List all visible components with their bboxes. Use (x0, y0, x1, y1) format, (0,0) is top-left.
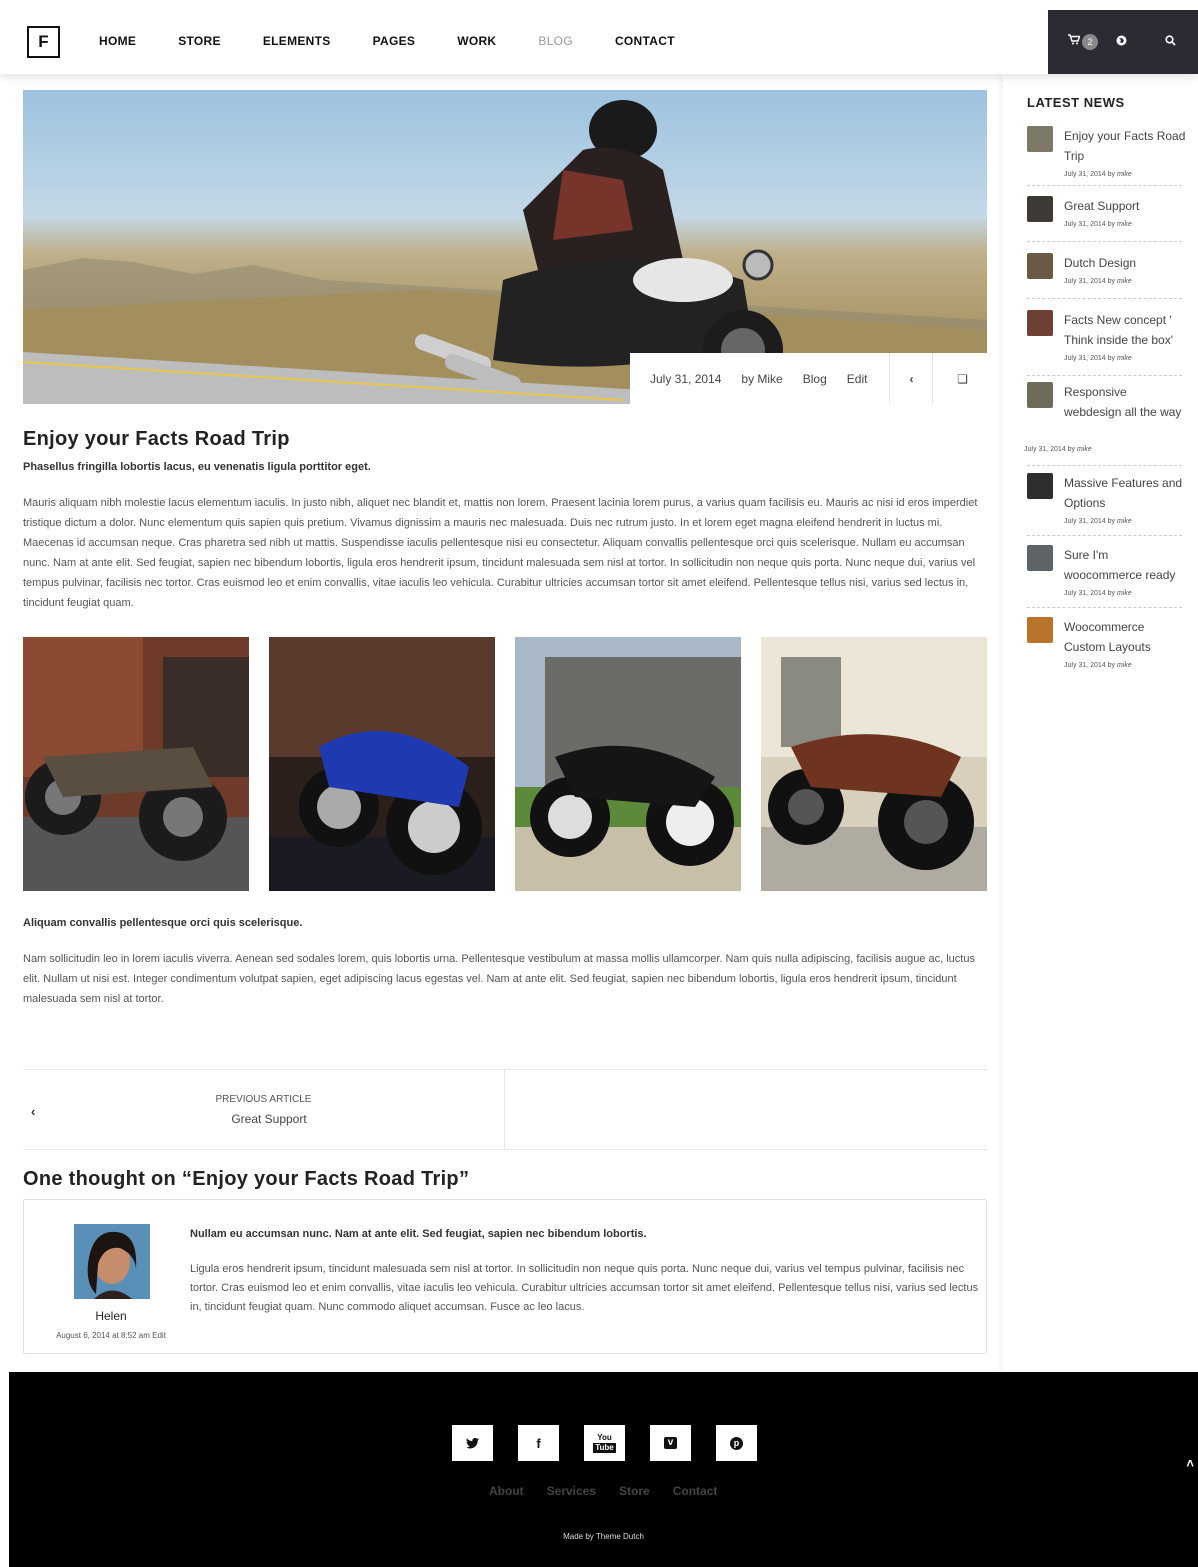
meta-divider (932, 353, 934, 404)
comment-icon[interactable]: ❏ (955, 372, 969, 386)
footer-link-services[interactable]: Services (547, 1484, 596, 1498)
vimeo-icon[interactable]: v (650, 1425, 691, 1461)
site-header: F HOME STORE ELEMENTS PAGES WORK BLOG CO… (0, 0, 1198, 74)
news-title[interactable]: Massive Features and Options (1064, 473, 1186, 513)
news-separator (1027, 241, 1182, 242)
post-navigation: ‹ PREVIOUS ARTICLE Great Support (23, 1069, 987, 1150)
share-chevron-icon[interactable]: ‹ (904, 372, 918, 386)
youtube-icon[interactable]: You Tube (584, 1425, 625, 1461)
nav-blog[interactable]: BLOG (538, 34, 573, 48)
search-icon (1165, 35, 1176, 46)
gallery-image[interactable] (23, 637, 249, 891)
image-gallery (23, 637, 987, 891)
news-thumbnail (1027, 545, 1053, 571)
news-separator (1027, 185, 1182, 186)
news-thumbnail (1027, 617, 1053, 643)
comments-title: One thought on “Enjoy your Facts Road Tr… (23, 1168, 470, 1190)
gallery-image[interactable] (515, 637, 741, 891)
facebook-icon[interactable]: f (518, 1425, 559, 1461)
main-nav: HOME STORE ELEMENTS PAGES WORK BLOG CONT… (99, 34, 717, 48)
hero-image: July 31, 2014 by Mike Blog Edit ‹ ❏ (23, 90, 987, 404)
cart-button[interactable]: 2 (1068, 34, 1098, 50)
news-date: July 31, 2014 by mike (1064, 171, 1132, 178)
news-title[interactable]: Facts New concept ' Think inside the box… (1064, 310, 1186, 350)
news-date: July 31, 2014 by mike (1064, 221, 1132, 228)
article: July 31, 2014 by Mike Blog Edit ‹ ❏ Enjo… (23, 90, 987, 1354)
globe-icon (1116, 35, 1127, 46)
nav-elements[interactable]: ELEMENTS (263, 34, 331, 48)
news-separator (1027, 607, 1182, 608)
news-title[interactable]: Responsive webdesign all the way (1064, 382, 1186, 422)
header-tools: 2 (1048, 10, 1198, 74)
post-meta-bar: July 31, 2014 by Mike Blog Edit ‹ ❏ (630, 353, 987, 404)
news-title[interactable]: Enjoy your Facts Road Trip (1064, 126, 1186, 166)
post-lead: Phasellus fringilla lobortis lacus, eu v… (23, 461, 371, 473)
news-date: July 31, 2014 by mike (1064, 662, 1132, 669)
comment-author[interactable]: Helen (24, 1309, 198, 1323)
news-date: July 31, 2014 by mike (1064, 518, 1132, 525)
nav-contact[interactable]: CONTACT (615, 34, 675, 48)
news-thumbnail (1027, 253, 1053, 279)
post-body-paragraph: Nam sollicitudin leo in lorem iaculis vi… (23, 953, 975, 1005)
news-separator (1027, 298, 1182, 299)
gallery-image[interactable] (761, 637, 987, 891)
site-logo[interactable]: F (27, 26, 60, 58)
news-thumbnail (1027, 473, 1053, 499)
news-title[interactable]: Great Support (1064, 196, 1186, 216)
language-button[interactable] (1116, 35, 1127, 49)
nav-work[interactable]: WORK (457, 34, 496, 48)
site-footer: f You Tube v p About Services Store Conta… (9, 1372, 1198, 1567)
search-button[interactable] (1165, 35, 1176, 49)
footer-link-contact[interactable]: Contact (673, 1484, 718, 1498)
post-nav-divider (504, 1070, 505, 1150)
post-author[interactable]: by Mike (741, 372, 782, 386)
comment-text: Ligula eros hendrerit ipsum, tincidunt m… (190, 1263, 979, 1313)
news-date: July 31, 2014 by mike (1064, 355, 1132, 362)
news-title[interactable]: Woocommerce Custom Layouts (1064, 617, 1186, 657)
gallery-image[interactable] (269, 637, 495, 891)
post-body-paragraph: Mauris aliquam nibh molestie lacus eleme… (23, 497, 978, 609)
comment-date[interactable]: August 6, 2014 at 8:52 am Edit (24, 1331, 198, 1340)
nav-pages[interactable]: PAGES (373, 34, 416, 48)
comment: Helen August 6, 2014 at 8:52 am Edit Nul… (23, 1199, 987, 1354)
news-date: July 31, 2014 by mike (1064, 590, 1132, 597)
news-thumbnail (1027, 196, 1053, 222)
post-edit-link[interactable]: Edit (847, 372, 868, 386)
footer-credit: Made by Theme Dutch (563, 1532, 644, 1541)
post-category[interactable]: Blog (803, 372, 827, 386)
nav-store[interactable]: STORE (178, 34, 221, 48)
news-title[interactable]: Sure I'm woocommerce ready (1064, 545, 1186, 585)
news-thumbnail (1027, 126, 1053, 152)
cart-icon (1068, 34, 1081, 45)
footer-link-store[interactable]: Store (619, 1484, 650, 1498)
cart-count-badge: 2 (1082, 34, 1098, 50)
news-date: July 31, 2014 by mike (1064, 278, 1132, 285)
previous-article-link[interactable]: Great Support (23, 1112, 515, 1126)
twitter-icon[interactable] (452, 1425, 493, 1461)
comment-lead: Nullam eu accumsan nunc. Nam at ante eli… (190, 1228, 647, 1240)
news-separator (1027, 465, 1182, 466)
news-thumbnail (1027, 382, 1053, 408)
news-separator (1027, 535, 1182, 536)
news-date: July 31, 2014 by mike (1024, 446, 1092, 453)
nav-home[interactable]: HOME (99, 34, 136, 48)
footer-links: About Services Store Contact (489, 1484, 740, 1498)
previous-article-label: PREVIOUS ARTICLE (215, 1094, 312, 1105)
news-title[interactable]: Dutch Design (1064, 253, 1186, 273)
post-title: Enjoy your Facts Road Trip (23, 428, 290, 450)
social-links: f You Tube v p (452, 1425, 782, 1461)
footer-link-about[interactable]: About (489, 1484, 524, 1498)
post-subheading: Aliquam convallis pellentesque orci quis… (23, 917, 303, 929)
avatar (74, 1224, 150, 1299)
news-thumbnail (1027, 310, 1053, 336)
pinterest-icon[interactable]: p (716, 1425, 757, 1461)
sidebar: LATEST NEWS Enjoy your Facts Road Trip J… (1003, 74, 1198, 1372)
latest-news-title: LATEST NEWS (1027, 95, 1125, 110)
post-date[interactable]: July 31, 2014 (650, 372, 721, 386)
back-to-top-icon[interactable]: ˄ (1186, 1456, 1194, 1471)
meta-divider (889, 353, 891, 404)
news-separator (1027, 375, 1182, 376)
